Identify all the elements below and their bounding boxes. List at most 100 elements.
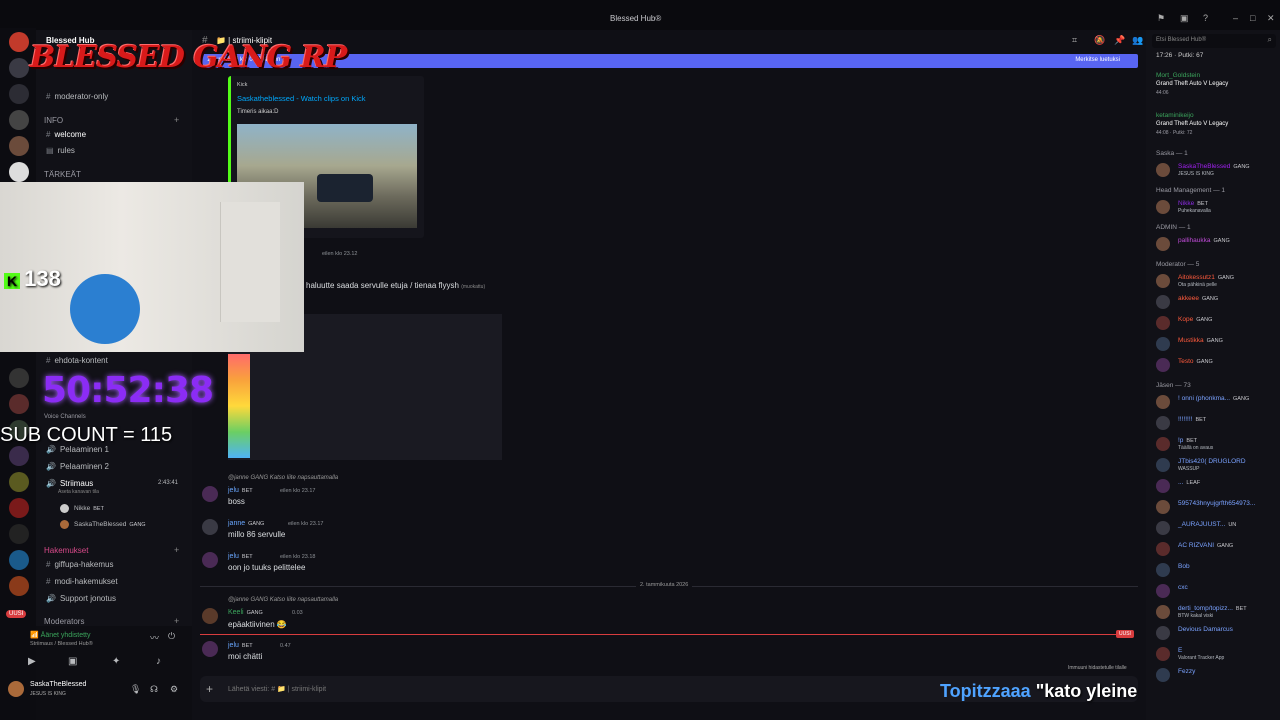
- member-item[interactable]: JTbis420( DRUGLORD WASSUP: [1152, 455, 1278, 475]
- category-applications[interactable]: Hakemukset: [44, 546, 88, 555]
- add-channel-icon[interactable]: +: [174, 545, 179, 555]
- user-name: SaskaTheBlessed: [30, 681, 87, 688]
- avatar[interactable]: [202, 608, 218, 624]
- reply-preview[interactable]: @janne GANG Katso liite napsauttamalla: [228, 597, 338, 603]
- avatar[interactable]: [202, 519, 218, 535]
- member-item[interactable]: Kope GANG: [1152, 313, 1278, 333]
- member-item[interactable]: Mustikka GANG: [1152, 334, 1278, 354]
- member-item[interactable]: !!!!!!!! BET: [1152, 413, 1278, 433]
- reply-preview[interactable]: @janne GANG Katso liite napsauttamalla: [228, 475, 338, 481]
- server-icon[interactable]: [9, 576, 29, 596]
- headphones-icon[interactable]: ☊: [150, 684, 158, 695]
- channel-item[interactable]: # ehdota-kontent: [46, 356, 108, 365]
- server-icon[interactable]: [9, 84, 29, 104]
- avatar: [1156, 500, 1170, 514]
- member-item[interactable]: E Valorant Tracker App: [1152, 644, 1278, 664]
- channel-item[interactable]: # moderator-only: [46, 92, 108, 101]
- maximize-icon[interactable]: □: [1250, 13, 1255, 23]
- pin-icon[interactable]: 📌: [1114, 35, 1125, 46]
- member-item[interactable]: pallihaukka GANG: [1152, 234, 1278, 254]
- screen-share-icon[interactable]: ▣: [68, 656, 77, 667]
- search-input[interactable]: Etsi Blessed Hub® ⌕: [1152, 34, 1276, 48]
- category-important[interactable]: TÄRKEÄT: [44, 170, 81, 179]
- member-item[interactable]: 595743hnyujgrfth654973...: [1152, 497, 1278, 517]
- members-icon[interactable]: 👥: [1132, 35, 1143, 46]
- category-moderators[interactable]: Moderators: [44, 617, 84, 626]
- category-voice[interactable]: Voice Channels: [44, 414, 86, 420]
- add-channel-icon[interactable]: +: [174, 616, 179, 626]
- soundboard-icon[interactable]: ♪: [156, 656, 161, 667]
- noise-icon[interactable]: 〰: [150, 631, 159, 644]
- member-item[interactable]: akkeee GANG: [1152, 292, 1278, 312]
- help-icon[interactable]: ?: [1203, 13, 1208, 23]
- avatar[interactable]: [202, 641, 218, 657]
- channel-item-welcome[interactable]: # welcome: [46, 130, 86, 139]
- activity-user[interactable]: ketaminikeijo: [1156, 112, 1194, 119]
- server-icon[interactable]: [9, 472, 29, 492]
- embed-title[interactable]: Saskatheblessed - Watch clips on Kick: [237, 94, 366, 103]
- member-item[interactable]: Aitokessutz1 GANG Ota pähkinä pelle: [1152, 271, 1278, 291]
- voice-user[interactable]: SaskaTheBlessed GANG: [60, 520, 146, 529]
- member-item[interactable]: cxc: [1152, 581, 1278, 601]
- message-author[interactable]: janne GANG: [228, 520, 264, 527]
- stream-timer: 50:52:38: [42, 370, 214, 411]
- channel-item[interactable]: # modi-hakemukset: [46, 577, 118, 586]
- mute-icon[interactable]: 🔕: [1094, 35, 1105, 46]
- mic-icon[interactable]: 🎙: [130, 684, 141, 695]
- server-icon[interactable]: [9, 110, 29, 130]
- member-item[interactable]: Devious Damarcus: [1152, 623, 1278, 643]
- server-icon[interactable]: [9, 58, 29, 78]
- voice-channel-stream[interactable]: 🔊 Striimaus: [46, 479, 93, 488]
- member-item[interactable]: Bob: [1152, 560, 1278, 580]
- server-icon[interactable]: [9, 162, 29, 182]
- avatar[interactable]: [8, 681, 24, 697]
- message-author[interactable]: jelu BET: [228, 553, 253, 560]
- server-icon[interactable]: [9, 32, 29, 52]
- add-channel-icon[interactable]: +: [174, 115, 179, 125]
- disconnect-icon[interactable]: ⏻: [168, 631, 175, 642]
- channel-item-rules[interactable]: ▤ rules: [46, 146, 75, 155]
- member-item[interactable]: _AURAJUUST... UN: [1152, 518, 1278, 538]
- member-status: Puhekanavalla: [1178, 208, 1211, 214]
- server-icon[interactable]: [9, 446, 29, 466]
- settings-icon[interactable]: ⚙: [170, 684, 178, 695]
- member-item[interactable]: ! onni (phonkma... GANG: [1152, 392, 1278, 412]
- member-item[interactable]: derti_tomp/topizz... BET BTW kakal viski: [1152, 602, 1278, 622]
- activity-icon[interactable]: ✦: [112, 656, 120, 667]
- screen-icon[interactable]: ▣: [1180, 13, 1189, 24]
- message-author[interactable]: jelu BET: [228, 642, 253, 649]
- threads-icon[interactable]: ⌗: [1072, 35, 1077, 46]
- member-item[interactable]: ... LEAF: [1152, 476, 1278, 496]
- member-item[interactable]: Fezzy: [1152, 665, 1278, 685]
- close-icon[interactable]: ✕: [1267, 13, 1275, 24]
- message-author[interactable]: jelu BET: [228, 487, 253, 494]
- message-author[interactable]: Keeli GANG: [228, 609, 263, 616]
- voice-channel[interactable]: 🔊 Pelaaminen 2: [46, 462, 109, 471]
- member-item[interactable]: !p BET Täällä on avaus: [1152, 434, 1278, 454]
- add-attachment-icon[interactable]: +: [206, 682, 213, 696]
- voice-user[interactable]: Nikke BET: [60, 504, 104, 513]
- server-icon[interactable]: [9, 394, 29, 414]
- member-tag: BET: [1195, 417, 1207, 423]
- avatar[interactable]: [202, 486, 218, 502]
- member-item[interactable]: Testo GANG: [1152, 355, 1278, 375]
- camera-icon[interactable]: ▶: [28, 656, 36, 667]
- server-icon[interactable]: [9, 524, 29, 544]
- minimize-icon[interactable]: –: [1233, 13, 1238, 23]
- inbox-icon[interactable]: ⚑: [1157, 13, 1165, 24]
- avatar[interactable]: [202, 552, 218, 568]
- server-icon[interactable]: [9, 368, 29, 388]
- server-icon[interactable]: [9, 136, 29, 156]
- member-item[interactable]: SaskaTheBlessed GANG JESUS IS KING: [1152, 160, 1278, 180]
- server-icon[interactable]: [9, 550, 29, 570]
- channel-item[interactable]: # giffupa-hakemus: [46, 560, 113, 569]
- member-tag: GANG: [1233, 396, 1250, 402]
- server-icon[interactable]: [9, 498, 29, 518]
- member-item[interactable]: AC RIZVANI GANG: [1152, 539, 1278, 559]
- member-group-header: Head Management — 1: [1156, 187, 1226, 194]
- mark-read-button[interactable]: Merkitse luetuksi: [1075, 57, 1120, 63]
- activity-user[interactable]: Mort_Goldstein: [1156, 72, 1200, 79]
- channel-item[interactable]: 🔊 Support jonotus: [46, 594, 116, 603]
- member-item[interactable]: Nikke BET Puhekanavalla: [1152, 197, 1278, 217]
- category-info[interactable]: INFO: [44, 116, 63, 125]
